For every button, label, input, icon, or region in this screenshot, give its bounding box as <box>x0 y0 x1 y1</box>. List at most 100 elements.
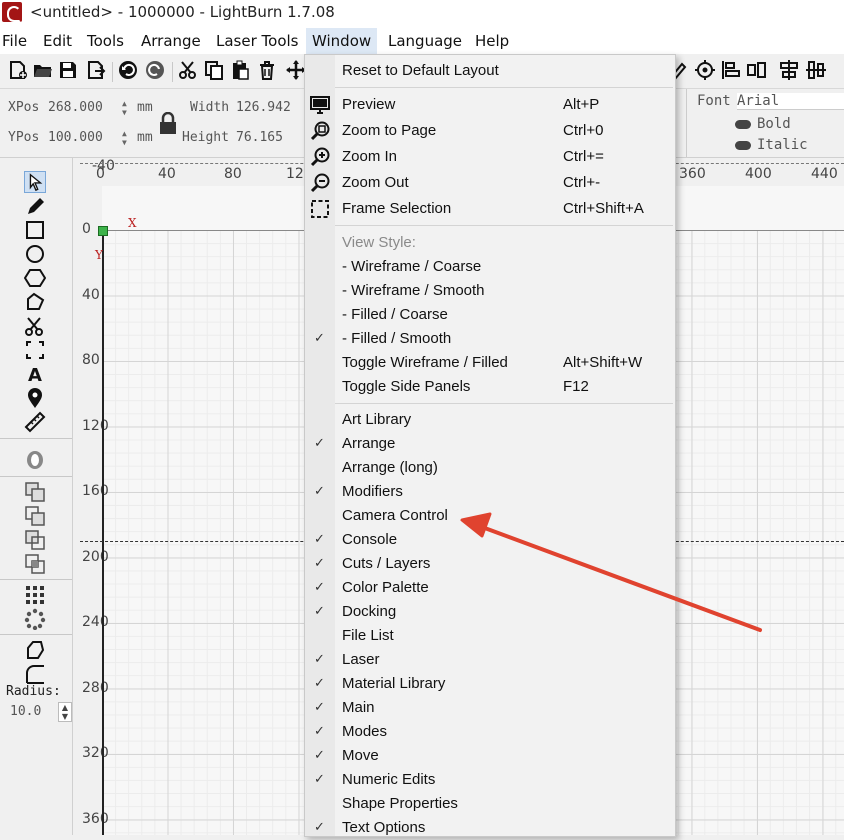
grid-array-icon[interactable] <box>24 584 46 606</box>
target-crosshair-icon[interactable] <box>695 60 715 80</box>
fillet-corner-icon[interactable] <box>24 663 46 685</box>
redo-icon[interactable] <box>145 60 165 80</box>
menu-item-panel-10[interactable]: ✓ Laser <box>305 648 675 672</box>
paste-icon[interactable] <box>230 60 250 80</box>
align-left-icon[interactable] <box>721 60 741 80</box>
menu-item-zoom-out[interactable]: Zoom Out Ctrl+- <box>305 171 675 195</box>
undo-icon[interactable] <box>118 60 138 80</box>
menu-arrange[interactable]: Arrange <box>141 32 201 50</box>
distribute-vertical-icon[interactable] <box>806 60 826 80</box>
rectangle-icon[interactable] <box>24 219 46 241</box>
menu-item-panel-14[interactable]: ✓ Move <box>305 744 675 768</box>
italic-toggle[interactable]: Italic <box>735 137 808 153</box>
ellipse-icon[interactable] <box>24 243 46 265</box>
copy-icon[interactable] <box>204 60 224 80</box>
menu-language[interactable]: Language <box>388 32 462 50</box>
radius-spinner[interactable]: ▲ ▼ <box>58 702 72 722</box>
measure-ruler-icon[interactable] <box>24 411 46 433</box>
menu-item-view-style-1[interactable]: - Wireframe / Smooth <box>305 279 675 303</box>
zoom-in-icon <box>310 147 330 167</box>
menu-help[interactable]: Help <box>475 32 509 50</box>
position-laser-icon[interactable] <box>24 339 46 361</box>
menu-item-panel-2[interactable]: Arrange (long) <box>305 456 675 480</box>
menu-item-panel-7[interactable]: ✓ Color Palette <box>305 576 675 600</box>
menu-item-preview[interactable]: Preview Alt+P <box>305 93 675 117</box>
ruler-tick: 12 <box>286 166 304 182</box>
align-center-icon[interactable] <box>747 60 767 80</box>
ypos-spinner[interactable]: ▲ ▼ <box>122 129 132 147</box>
height-input[interactable]: 76.165 <box>236 130 283 145</box>
checkmark-icon: ✓ <box>314 675 325 690</box>
menu-item-view-style-0[interactable]: - Wireframe / Coarse <box>305 255 675 279</box>
menu-item-panel-1[interactable]: ✓ Arrange <box>305 432 675 456</box>
export-icon[interactable] <box>86 60 106 80</box>
menu-item-panel-16[interactable]: Shape Properties <box>305 792 675 816</box>
menu-item-panel-13[interactable]: ✓ Modes <box>305 720 675 744</box>
y-axis-line <box>102 230 104 835</box>
cut-scissors-icon[interactable] <box>178 60 198 80</box>
xpos-input[interactable]: 268.000 <box>48 100 103 115</box>
menu-item-view-style-2[interactable]: - Filled / Coarse <box>305 303 675 327</box>
open-folder-icon[interactable] <box>33 60 53 80</box>
toolbar-divider <box>112 62 113 82</box>
boolean-intersect-icon[interactable] <box>24 553 46 575</box>
menu-item-toggle-side-panels[interactable]: Toggle Side Panels F12 <box>305 375 675 399</box>
boolean-subtract-icon[interactable] <box>24 529 46 551</box>
trim-scissors-icon[interactable] <box>24 315 46 337</box>
tools-divider <box>0 476 72 477</box>
menu-item-panel-8[interactable]: ✓ Docking <box>305 600 675 624</box>
menu-item-frame-selection[interactable]: Frame Selection Ctrl+Shift+A <box>305 197 675 221</box>
menu-item-panel-9[interactable]: File List <box>305 624 675 648</box>
menu-edit[interactable]: Edit <box>43 32 72 50</box>
save-icon[interactable] <box>58 60 78 80</box>
delete-trash-icon[interactable] <box>257 60 277 80</box>
boolean-union-icon[interactable] <box>24 505 46 527</box>
ypos-input[interactable]: 100.000 <box>48 130 103 145</box>
lock-aspect-icon[interactable] <box>158 112 178 136</box>
select-arrow-icon[interactable] <box>24 171 46 193</box>
polygon-icon[interactable] <box>24 267 46 289</box>
menu-laser-tools[interactable]: Laser Tools <box>216 32 298 50</box>
text-tool-icon[interactable]: A <box>24 363 46 385</box>
width-input[interactable]: 126.942 <box>236 100 291 115</box>
menu-item-label: Arrange (long) <box>342 459 438 476</box>
xpos-label: XPos <box>8 100 40 115</box>
ruler-tick: 160 <box>82 483 109 499</box>
menu-item-panel-11[interactable]: ✓ Material Library <box>305 672 675 696</box>
menu-item-zoom-to-page[interactable]: Zoom to Page Ctrl+0 <box>305 119 675 143</box>
move-arrows-icon[interactable] <box>286 60 306 80</box>
menu-item-panel-12[interactable]: ✓ Main <box>305 696 675 720</box>
menu-item-reset-layout[interactable]: Reset to Default Layout <box>305 59 675 83</box>
menu-item-panel-0[interactable]: Art Library <box>305 408 675 432</box>
new-file-icon[interactable] <box>8 60 28 80</box>
rotate-shape-icon[interactable] <box>24 639 46 661</box>
menu-item-panel-15[interactable]: ✓ Numeric Edits <box>305 768 675 792</box>
xpos-spinner[interactable]: ▲ ▼ <box>122 99 132 117</box>
menu-item-toggle-wireframe[interactable]: Toggle Wireframe / Filled Alt+Shift+W <box>305 351 675 375</box>
menu-tools[interactable]: Tools <box>87 32 124 50</box>
menu-item-view-style-3[interactable]: ✓ - Filled / Smooth <box>305 327 675 351</box>
offset-shapes-icon[interactable] <box>24 449 46 471</box>
menu-window[interactable]: Window <box>306 28 378 54</box>
menu-item-label: - Filled / Coarse <box>342 306 448 323</box>
menu-item-panel-17[interactable]: ✓ Text Options <box>305 816 675 840</box>
bold-toggle[interactable]: Bold <box>735 116 791 132</box>
weld-icon[interactable] <box>24 481 46 503</box>
menu-item-panel-3[interactable]: ✓ Modifiers <box>305 480 675 504</box>
circular-array-icon[interactable] <box>24 608 46 630</box>
menu-item-label: Camera Control <box>342 507 448 524</box>
menu-item-panel-6[interactable]: ✓ Cuts / Layers <box>305 552 675 576</box>
menu-item-zoom-in[interactable]: Zoom In Ctrl+= <box>305 145 675 169</box>
edit-nodes-icon[interactable] <box>24 291 46 313</box>
menu-item-label: - Wireframe / Smooth <box>342 282 485 299</box>
menu-file[interactable]: File <box>2 32 27 50</box>
distribute-horizontal-icon[interactable] <box>779 60 799 80</box>
radius-input[interactable]: 10.0 <box>10 704 41 719</box>
menu-item-panel-5[interactable]: ✓ Console <box>305 528 675 552</box>
pen-draw-icon[interactable] <box>24 195 46 217</box>
menu-item-panel-4[interactable]: Camera Control <box>305 504 675 528</box>
ruler-tick: 440 <box>811 166 838 182</box>
ruler-tick: 360 <box>679 166 706 182</box>
map-pin-icon[interactable] <box>24 387 46 409</box>
font-select[interactable]: Arial <box>737 93 844 110</box>
